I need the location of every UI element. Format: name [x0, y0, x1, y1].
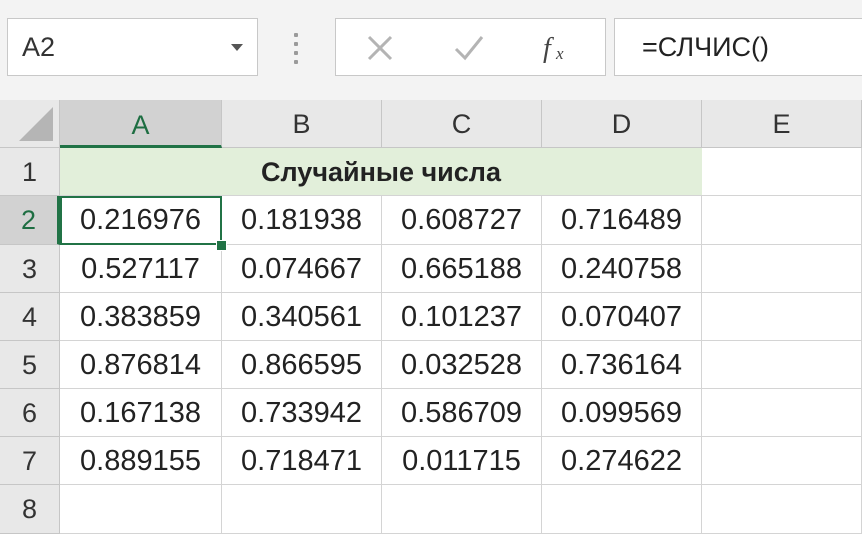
cell-d5[interactable]: 0.736164: [542, 341, 702, 389]
cell-d7[interactable]: 0.274622: [542, 437, 702, 485]
name-box-value: A2: [22, 32, 56, 62]
row-header-3[interactable]: 3: [0, 245, 60, 293]
select-all-button[interactable]: [0, 100, 60, 148]
cell-a5[interactable]: 0.876814: [60, 341, 222, 389]
svg-text:f: f: [543, 33, 554, 64]
cell-d6[interactable]: 0.099569: [542, 389, 702, 437]
cell-b4[interactable]: 0.340561: [222, 293, 382, 341]
cell-c7[interactable]: 0.011715: [382, 437, 542, 485]
cell-a6[interactable]: 0.167138: [60, 389, 222, 437]
cell-e4[interactable]: [702, 293, 862, 341]
cell-d2[interactable]: 0.716489: [542, 196, 702, 245]
select-all-triangle-icon: [19, 107, 53, 141]
cell-c6[interactable]: 0.586709: [382, 389, 542, 437]
name-box[interactable]: A2: [7, 18, 258, 76]
cell-b6[interactable]: 0.733942: [222, 389, 382, 437]
column-header-b[interactable]: B: [222, 100, 382, 148]
column-header-a[interactable]: A: [60, 100, 222, 148]
cell-a4[interactable]: 0.383859: [60, 293, 222, 341]
title-cell[interactable]: Случайные числа: [60, 148, 702, 196]
cell-d8[interactable]: [542, 485, 702, 534]
column-header-e[interactable]: E: [702, 100, 862, 148]
cell-e6[interactable]: [702, 389, 862, 437]
cell-b2[interactable]: 0.181938: [222, 196, 382, 245]
cell-e5[interactable]: [702, 341, 862, 389]
formula-input[interactable]: =СЛЧИС(): [614, 18, 862, 76]
svg-text:x: x: [555, 44, 564, 63]
cell-b3[interactable]: 0.074667: [222, 245, 382, 293]
cell-e1[interactable]: [702, 148, 862, 196]
formula-text: =СЛЧИС(): [642, 32, 769, 62]
cross-icon[interactable]: [361, 29, 399, 67]
cell-a3[interactable]: 0.527117: [60, 245, 222, 293]
fx-icon[interactable]: f x: [539, 29, 577, 67]
check-icon[interactable]: [450, 29, 488, 67]
formula-buttons: f x: [335, 18, 606, 76]
cell-a7[interactable]: 0.889155: [60, 437, 222, 485]
spreadsheet-grid: A B C D E 1 2 3 4 5 6 7 8 Случайные числа 0.216976 0.18…: [0, 100, 862, 534]
row-header-2[interactable]: 2: [0, 196, 60, 245]
cell-c5[interactable]: 0.032528: [382, 341, 542, 389]
cell-a8[interactable]: [60, 485, 222, 534]
row-header-5[interactable]: 5: [0, 341, 60, 389]
cell-e2[interactable]: [702, 196, 862, 245]
formula-toolbar: A2 f x =СЛЧИС(): [0, 0, 862, 100]
cell-b5[interactable]: 0.866595: [222, 341, 382, 389]
grip-icon[interactable]: [293, 33, 299, 64]
cell-b8[interactable]: [222, 485, 382, 534]
cell-c4[interactable]: 0.101237: [382, 293, 542, 341]
cell-c2[interactable]: 0.608727: [382, 196, 542, 245]
column-header-c[interactable]: C: [382, 100, 542, 148]
cell-c3[interactable]: 0.665188: [382, 245, 542, 293]
cell-c8[interactable]: [382, 485, 542, 534]
row-header-4[interactable]: 4: [0, 293, 60, 341]
cell-e7[interactable]: [702, 437, 862, 485]
cell-b7[interactable]: 0.718471: [222, 437, 382, 485]
fill-handle[interactable]: [216, 240, 227, 251]
cell-d4[interactable]: 0.070407: [542, 293, 702, 341]
row-header-6[interactable]: 6: [0, 389, 60, 437]
row-header-1[interactable]: 1: [0, 148, 60, 196]
cell-a2[interactable]: 0.216976: [60, 196, 222, 245]
column-header-d[interactable]: D: [542, 100, 702, 148]
chevron-down-icon[interactable]: [231, 44, 243, 51]
cell-e8[interactable]: [702, 485, 862, 534]
row-header-8[interactable]: 8: [0, 485, 60, 534]
row-header-7[interactable]: 7: [0, 437, 60, 485]
cell-d3[interactable]: 0.240758: [542, 245, 702, 293]
cell-e3[interactable]: [702, 245, 862, 293]
